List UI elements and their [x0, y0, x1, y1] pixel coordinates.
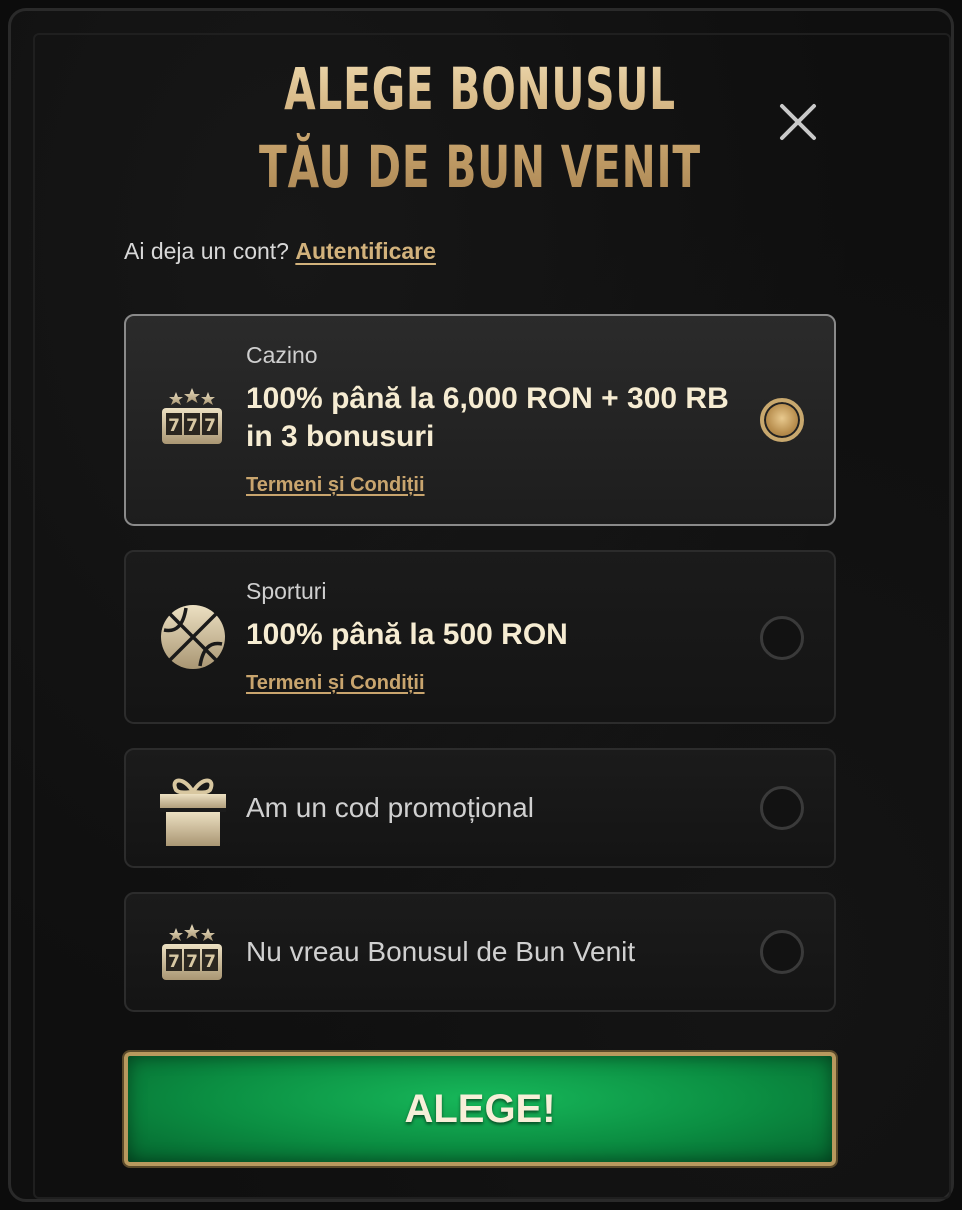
basketball-icon [160, 604, 226, 674]
svg-text:7: 7 [168, 416, 180, 436]
svg-text:7: 7 [186, 416, 198, 436]
svg-text:7: 7 [204, 416, 216, 436]
svg-text:7: 7 [204, 952, 216, 972]
terms-link[interactable]: Termeni și Condiții [246, 474, 425, 497]
svg-text:7: 7 [186, 952, 198, 972]
option-offer: 100% până la 500 RON [246, 618, 568, 651]
radio-selected[interactable] [760, 398, 804, 442]
option-category: Sporturi [246, 578, 327, 604]
option-label: Am un cod promoțional [246, 792, 534, 823]
option-promo-code[interactable]: Am un cod promoțional [124, 748, 836, 868]
slot-machine-icon: 7 7 7 [160, 388, 224, 450]
terms-link[interactable]: Termeni și Condiții [246, 672, 425, 695]
option-no-bonus[interactable]: 7 7 7 Nu vreau Bonusul de Bun Venit [124, 892, 836, 1012]
dialog-title: ALEGE BONUSUL TĂU DE BUN VENIT [246, 50, 714, 206]
gift-icon [160, 774, 226, 850]
radio-unselected[interactable] [760, 616, 804, 660]
option-offer: 100% până la 6,000 RON + 300 RB in 3 bon… [246, 382, 729, 453]
submit-button[interactable]: ALEGE! [124, 1052, 836, 1166]
svg-text:7: 7 [168, 952, 180, 972]
login-prompt: Ai deja un cont? [124, 238, 289, 264]
radio-unselected[interactable] [760, 786, 804, 830]
option-category: Cazino [246, 342, 318, 368]
option-cazino[interactable]: 7 7 7 Cazino 100% până la 6,000 RON + 30… [124, 314, 836, 526]
submit-button-label: ALEGE! [404, 1087, 556, 1131]
login-prompt-row: Ai deja un cont? Autentificare [124, 238, 436, 265]
radio-unselected[interactable] [760, 930, 804, 974]
slot-machine-icon: 7 7 7 [160, 924, 224, 986]
login-link[interactable]: Autentificare [295, 238, 436, 264]
close-icon[interactable] [778, 102, 818, 142]
option-label: Nu vreau Bonusul de Bun Venit [246, 936, 636, 967]
option-sporturi[interactable]: Sporturi 100% până la 500 RON Termeni și… [124, 550, 836, 724]
